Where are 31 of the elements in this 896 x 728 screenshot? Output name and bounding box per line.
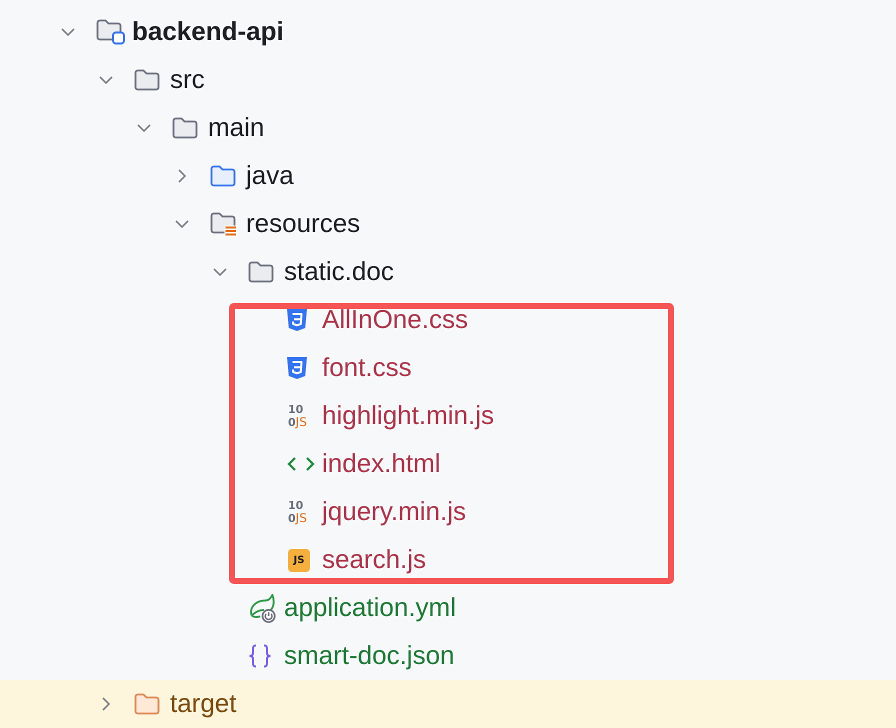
leaf-power-icon <box>248 593 278 623</box>
folder-icon <box>134 693 160 715</box>
file-name[interactable]: search.js <box>322 544 426 576</box>
file-name[interactable]: smart-doc.json <box>284 640 454 672</box>
folder-icon <box>210 165 236 187</box>
folder-name[interactable]: target <box>170 688 236 720</box>
folder-name[interactable]: resources <box>246 208 360 240</box>
resource-folder-icon <box>210 212 238 236</box>
code-brackets-icon <box>286 456 316 472</box>
file-name[interactable]: AllInOne.css <box>322 304 468 336</box>
css-shield-icon <box>286 308 308 332</box>
minified-js-label: 10 0JS <box>288 500 307 524</box>
module-folder-icon <box>96 19 126 45</box>
folder-icon <box>134 69 160 91</box>
folder-name[interactable]: src <box>170 64 205 96</box>
folder-name[interactable]: static.doc <box>284 256 394 288</box>
file-name[interactable]: application.yml <box>284 592 456 624</box>
minified-js-label: 10 0JS <box>288 404 307 428</box>
folder-name[interactable]: java <box>246 160 294 192</box>
folder-icon <box>248 261 274 283</box>
folder-icon <box>172 117 198 139</box>
curly-braces-icon <box>248 644 272 668</box>
css-shield-icon <box>286 356 308 380</box>
file-name[interactable]: highlight.min.js <box>322 400 494 432</box>
folder-name[interactable]: backend-api <box>132 16 284 48</box>
file-name[interactable]: font.css <box>322 352 412 384</box>
js-badge: JS <box>288 548 310 572</box>
folder-name[interactable]: main <box>208 112 264 144</box>
tree-row[interactable]: target <box>0 680 896 728</box>
file-name[interactable]: jquery.min.js <box>322 496 466 528</box>
file-name[interactable]: index.html <box>322 448 440 480</box>
